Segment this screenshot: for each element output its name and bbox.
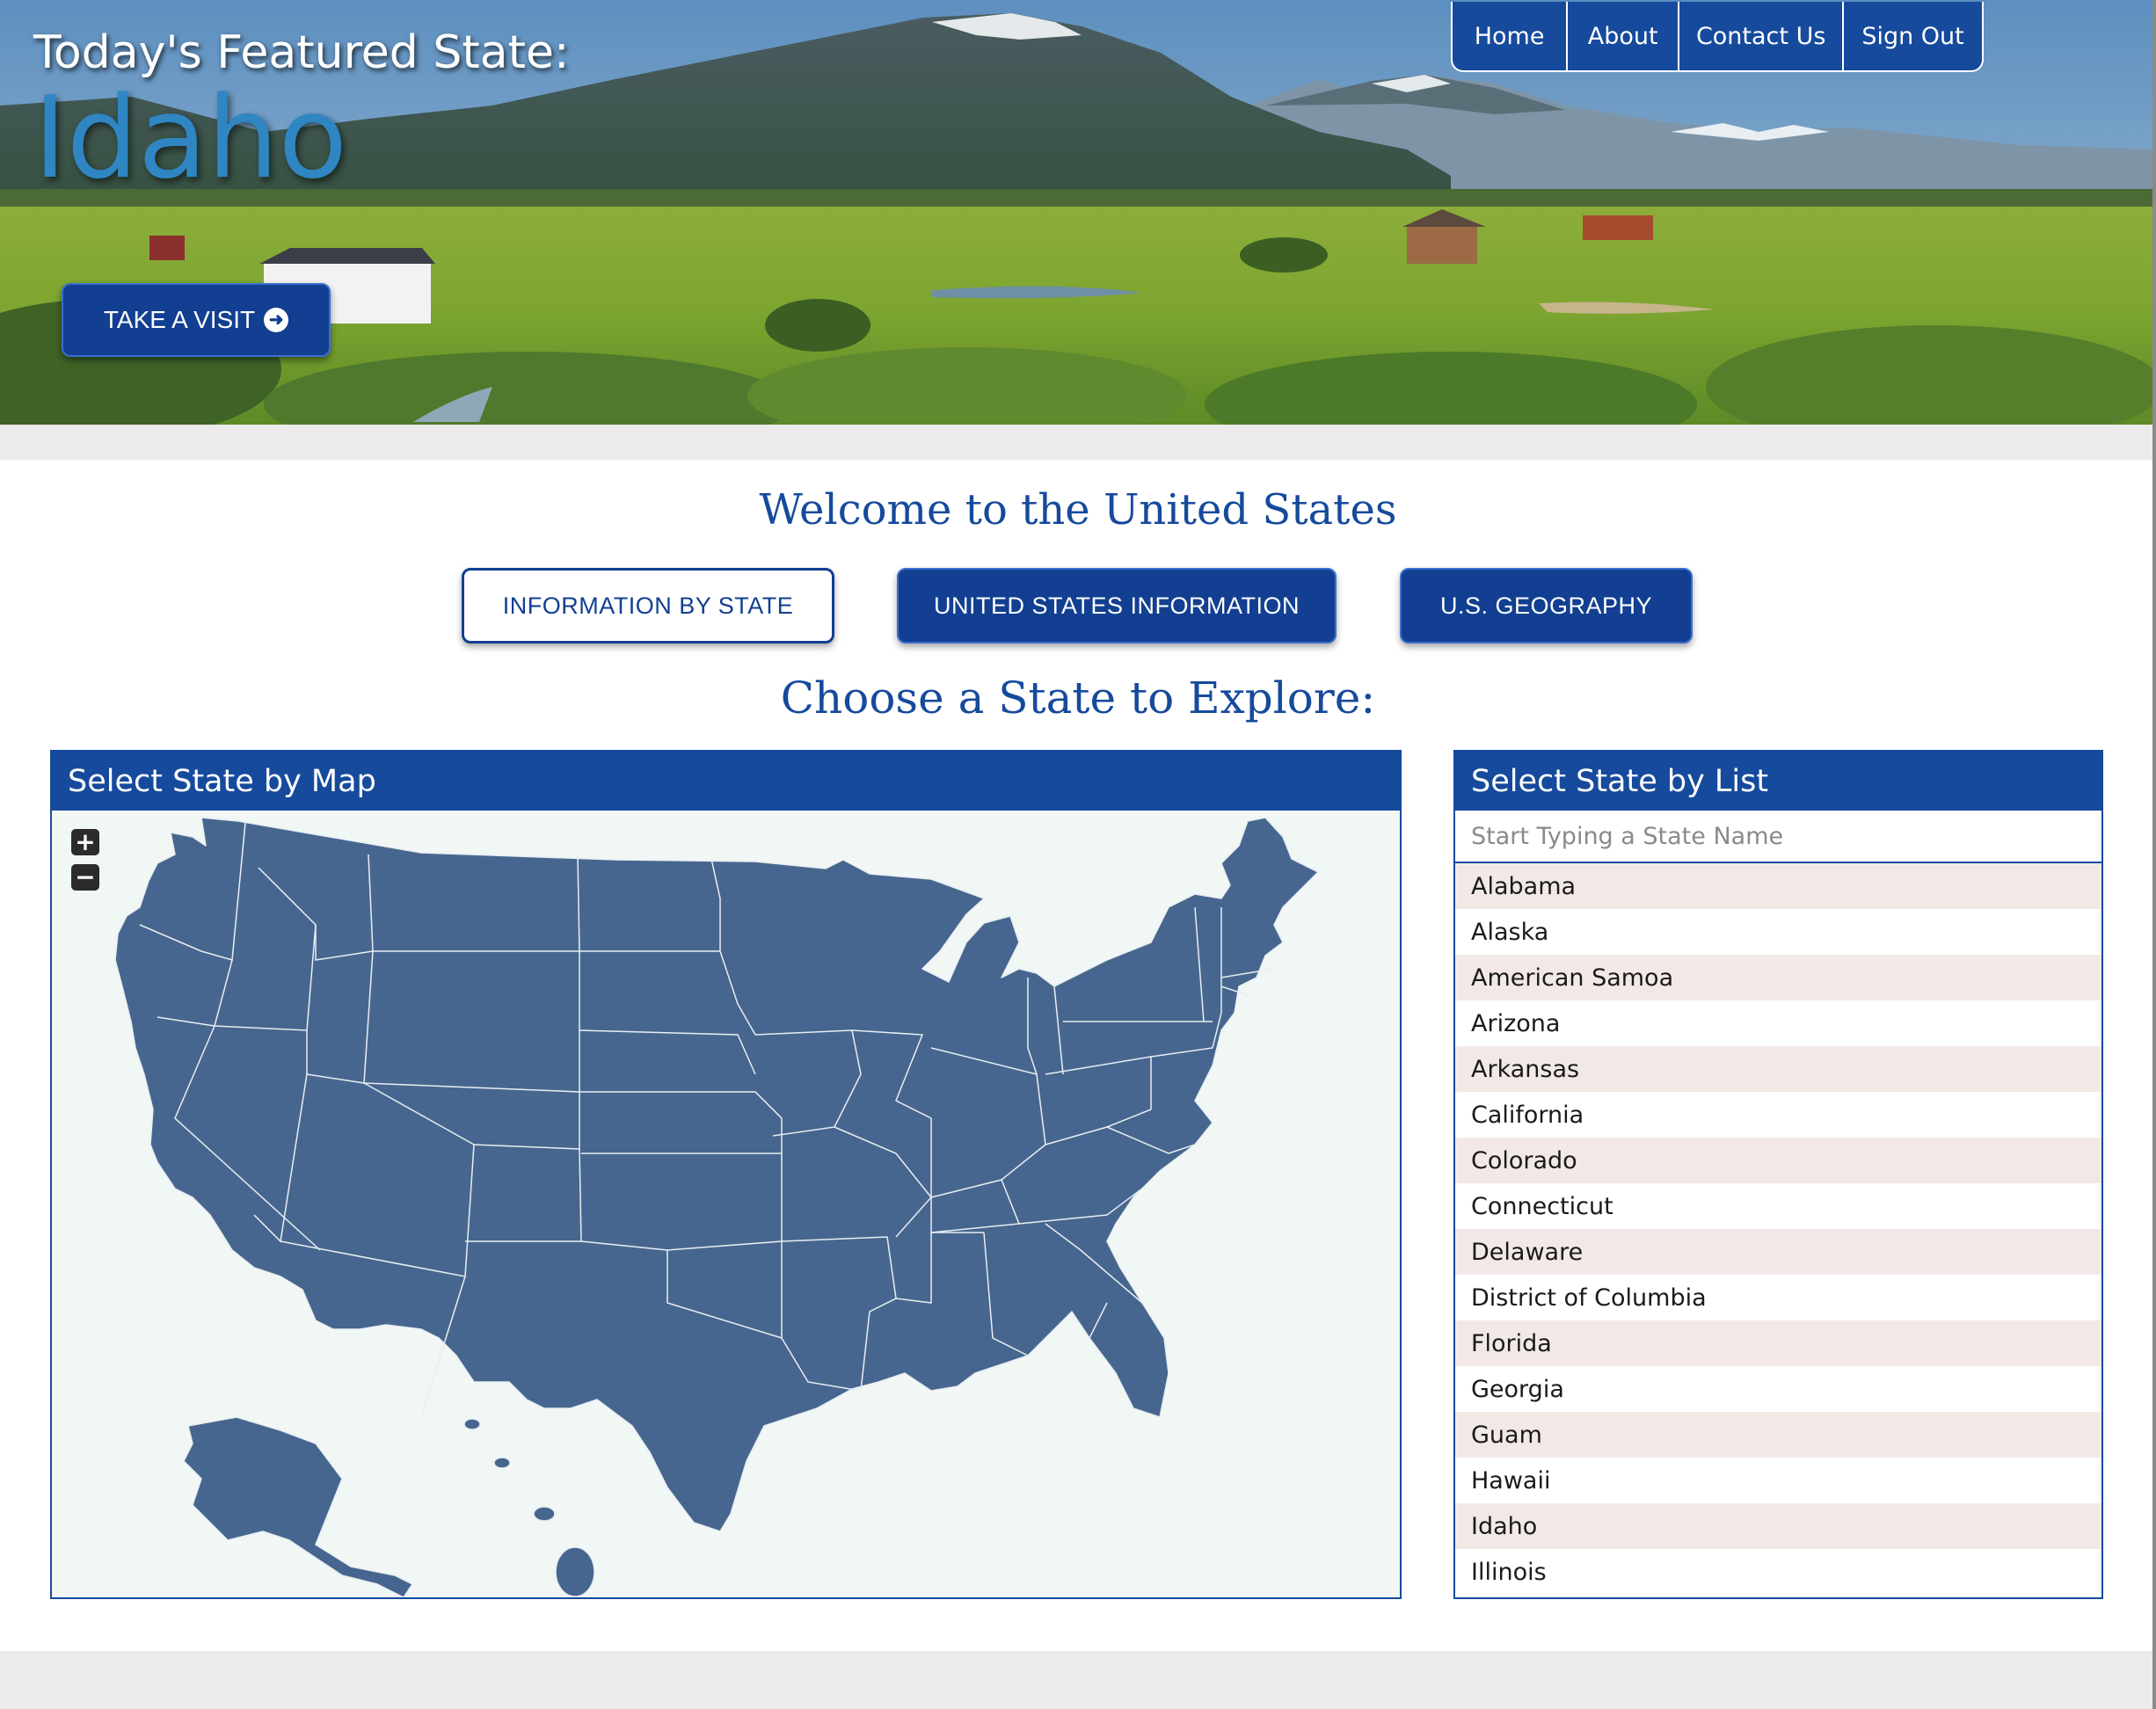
state-list-item[interactable]: Hawaii [1455, 1458, 2101, 1503]
state-list: Alabama Alaska American Samoa Arizona Arkans… [1455, 863, 2101, 1595]
take-a-visit-button[interactable]: TAKE A VISIT ➜ [62, 283, 331, 357]
take-a-visit-label: TAKE A VISIT [103, 306, 256, 333]
hawaii-maui-shape [533, 1506, 556, 1522]
state-list-item[interactable]: Alaska [1455, 909, 2101, 955]
tab-information-by-state[interactable]: INFORMATION BY STATE [462, 568, 834, 644]
section-divider [0, 425, 2156, 460]
map-panel-title: Select State by Map [52, 752, 1400, 811]
alaska-shape [183, 1416, 413, 1597]
window-edge [2152, 0, 2156, 1709]
state-list-item[interactable]: Arizona [1455, 1000, 2101, 1046]
state-list-item[interactable]: California [1455, 1092, 2101, 1138]
welcome-heading: Welcome to the United States [759, 485, 1397, 535]
state-list-item[interactable]: Idaho [1455, 1503, 2101, 1549]
hawaii-big-island-shape [555, 1546, 595, 1597]
choose-state-heading: Choose a State to Explore: [780, 673, 1376, 724]
featured-state-label: Today's Featured State: [33, 26, 570, 79]
tab-us-geography[interactable]: U.S. GEOGRAPHY [1400, 568, 1693, 644]
featured-state-name[interactable]: Idaho [33, 77, 347, 200]
state-list-item[interactable]: Illinois [1455, 1549, 2101, 1595]
nav-contact-us-link[interactable]: Contact Us [1678, 2, 1842, 70]
map-panel: Select State by Map + − [50, 750, 1402, 1599]
nav-home-link[interactable]: Home [1453, 2, 1566, 70]
contiguous-us-shape [114, 817, 1319, 1532]
state-list-item[interactable]: Connecticut [1455, 1183, 2101, 1229]
us-state-map[interactable] [52, 811, 1400, 1597]
state-list-item[interactable]: Guam [1455, 1412, 2101, 1458]
state-list-item[interactable]: Delaware [1455, 1229, 2101, 1275]
state-list-item[interactable]: Florida [1455, 1320, 2101, 1366]
state-list-item[interactable]: District of Columbia [1455, 1275, 2101, 1320]
state-list-item[interactable]: American Samoa [1455, 955, 2101, 1000]
footer-band [0, 1651, 2156, 1709]
state-list-panel: Select State by List AlabamaAlaskaAmeric… [1453, 750, 2103, 1599]
state-search-input[interactable] [1455, 811, 2101, 863]
map-zoom-out-button[interactable]: − [71, 864, 99, 891]
state-list-item[interactable]: Arkansas [1455, 1046, 2101, 1092]
state-list-item[interactable]: Georgia [1455, 1366, 2101, 1412]
state-list-item[interactable]: Alabama [1455, 863, 2101, 909]
hawaii-oahu-shape [493, 1457, 511, 1469]
tab-united-states-information[interactable]: UNITED STATES INFORMATION [897, 568, 1337, 644]
hawaii-kauai-shape [463, 1418, 481, 1430]
hero-banner: Today's Featured State: Idaho TAKE A VIS… [0, 0, 2156, 425]
nav-sign-out-link[interactable]: Sign Out [1842, 2, 1982, 70]
map-zoom-in-button[interactable]: + [71, 829, 99, 855]
state-list-item[interactable]: Colorado [1455, 1138, 2101, 1183]
list-panel-title: Select State by List [1455, 752, 2101, 811]
top-navigation: Home About Contact Us Sign Out [1451, 2, 1984, 72]
nav-about-link[interactable]: About [1566, 2, 1678, 70]
arrow-circle-right-icon: ➜ [264, 308, 289, 332]
